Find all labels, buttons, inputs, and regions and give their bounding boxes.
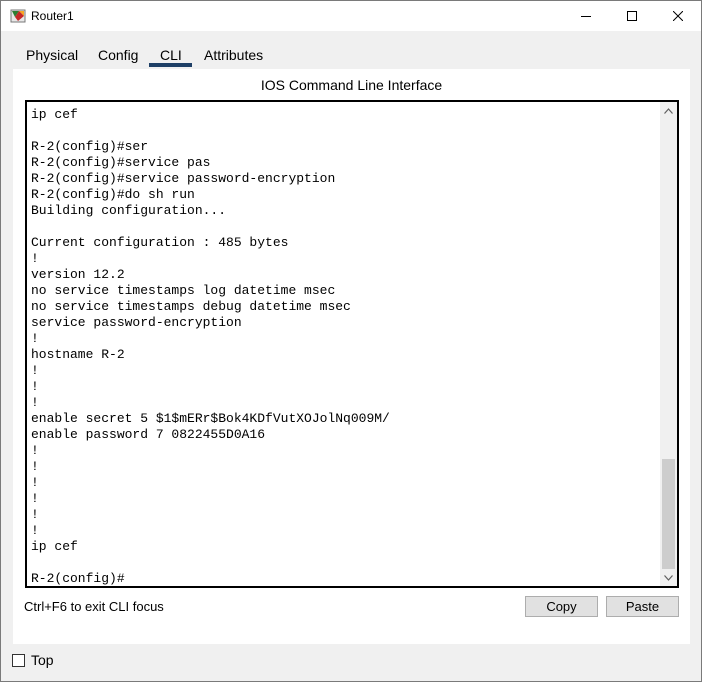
window-title: Router1 bbox=[31, 9, 74, 23]
terminal-line: ! bbox=[31, 459, 39, 474]
terminal-line: ! bbox=[31, 251, 39, 266]
router1-window: Router1 Physical Config CLI Attributes I… bbox=[0, 0, 702, 682]
tab-bar: Physical Config CLI Attributes bbox=[13, 39, 690, 69]
terminal-line: service password-encryption bbox=[31, 315, 242, 330]
tab-attributes[interactable]: Attributes bbox=[202, 39, 265, 69]
terminal-line: Building configuration... bbox=[31, 203, 227, 218]
scroll-down-button[interactable] bbox=[660, 569, 677, 586]
scroll-thumb[interactable] bbox=[662, 459, 675, 569]
cli-heading: IOS Command Line Interface bbox=[260, 77, 443, 93]
maximize-icon bbox=[627, 11, 637, 21]
terminal-line: ! bbox=[31, 395, 39, 410]
terminal-line: enable password 7 0822455D0A16 bbox=[31, 427, 266, 442]
minimize-button[interactable] bbox=[563, 1, 609, 31]
terminal-line: ! bbox=[31, 379, 39, 394]
terminal-line: ip cef bbox=[31, 107, 78, 122]
terminal-line: R-2(config)#service password-encryption bbox=[31, 171, 336, 186]
terminal-line: R-2(config)# bbox=[31, 571, 125, 586]
cli-focus-hint: Ctrl+F6 to exit CLI focus bbox=[24, 599, 164, 614]
cli-panel: IOS Command Line Interface ip cef R-2(con… bbox=[13, 69, 690, 644]
terminal-line: R-2(config)#service pas bbox=[31, 155, 211, 170]
chevron-down-icon bbox=[664, 574, 673, 581]
terminal-output[interactable]: ip cef R-2(config)#ser R-2(config)#service… bbox=[31, 107, 657, 586]
terminal-line: no service timestamps debug datetime mse… bbox=[31, 299, 351, 314]
terminal-line: hostname R-2 bbox=[31, 347, 125, 362]
active-tab-indicator bbox=[149, 63, 192, 67]
terminal-line: ! bbox=[31, 443, 39, 458]
terminal-line: R-2(config)#ser bbox=[31, 139, 149, 154]
scroll-up-button[interactable] bbox=[660, 102, 677, 119]
close-button[interactable] bbox=[655, 1, 701, 31]
maximize-button[interactable] bbox=[609, 1, 655, 31]
cli-terminal[interactable]: ip cef R-2(config)#ser R-2(config)#service… bbox=[25, 100, 679, 588]
top-checkbox-label: Top bbox=[31, 652, 54, 668]
terminal-line: ! bbox=[31, 507, 39, 522]
terminal-line: ! bbox=[31, 523, 39, 538]
terminal-line: R-2(config)#do sh run bbox=[31, 187, 195, 202]
terminal-line: ! bbox=[31, 475, 39, 490]
terminal-line: no service timestamps log datetime msec bbox=[31, 283, 336, 298]
title-bar[interactable]: Router1 bbox=[1, 1, 701, 31]
router-app-icon bbox=[10, 8, 26, 24]
terminal-line: ! bbox=[31, 491, 39, 506]
terminal-line: Current configuration : 485 bytes bbox=[31, 235, 289, 250]
terminal-line: ! bbox=[31, 363, 39, 378]
tab-config[interactable]: Config bbox=[96, 39, 140, 69]
vertical-scrollbar[interactable] bbox=[660, 102, 677, 586]
terminal-line: ip cef bbox=[31, 539, 78, 554]
minimize-icon bbox=[581, 16, 591, 17]
copy-button[interactable]: Copy bbox=[525, 596, 598, 617]
tab-physical[interactable]: Physical bbox=[24, 39, 80, 69]
terminal-line: enable secret 5 $1$mERr$Bok4KDfVutXOJolN… bbox=[31, 411, 390, 426]
terminal-line: version 12.2 bbox=[31, 267, 125, 282]
close-icon bbox=[673, 11, 683, 21]
terminal-line: ! bbox=[31, 331, 39, 346]
chevron-up-icon bbox=[664, 107, 673, 114]
paste-button[interactable]: Paste bbox=[606, 596, 679, 617]
top-checkbox[interactable] bbox=[12, 654, 25, 667]
